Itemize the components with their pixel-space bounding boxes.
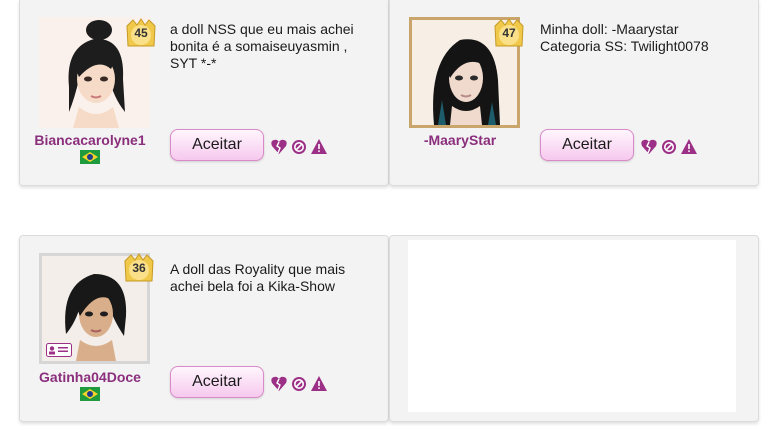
broken-heart-icon[interactable] — [270, 138, 288, 156]
friend-request-card: 47 -MaaryStar Minha doll: -Maarystar Cat… — [389, 0, 759, 186]
username-link[interactable]: -MaaryStar — [390, 132, 530, 148]
brazil-flag-icon — [80, 150, 100, 164]
request-message: a doll NSS que eu mais achei bonita é a … — [170, 21, 354, 71]
level-number: 47 — [502, 26, 516, 40]
empty-request-card — [389, 235, 759, 422]
friend-request-card: 36 Gatinha04Doce A doll das Royality que… — [19, 235, 389, 422]
username-link[interactable]: Biancacarolyne1 — [20, 132, 160, 148]
username-link[interactable]: Gatinha04Doce — [20, 369, 160, 385]
level-number: 45 — [134, 26, 148, 40]
block-icon[interactable] — [290, 375, 308, 393]
block-icon[interactable] — [660, 138, 678, 156]
warning-icon[interactable] — [310, 375, 328, 393]
accept-button[interactable]: Aceitar — [170, 129, 264, 161]
action-icons — [270, 138, 328, 156]
action-icons — [640, 138, 698, 156]
request-message: A doll das Royality que mais achei bela … — [170, 261, 346, 294]
empty-panel — [408, 240, 736, 412]
warning-icon[interactable] — [680, 138, 698, 156]
action-icons — [270, 375, 328, 393]
broken-heart-icon[interactable] — [270, 375, 288, 393]
warning-icon[interactable] — [310, 138, 328, 156]
block-icon[interactable] — [290, 138, 308, 156]
level-badge: 36 — [122, 251, 156, 285]
friend-request-card: 45 Biancacarolyne1 a doll NSS que eu mai… — [19, 0, 389, 186]
accept-button[interactable]: Aceitar — [540, 129, 634, 161]
request-message: Minha doll: -Maarystar Categoria SS: Twi… — [540, 21, 709, 54]
level-badge: 47 — [492, 16, 526, 50]
broken-heart-icon[interactable] — [640, 138, 658, 156]
accept-button[interactable]: Aceitar — [170, 366, 264, 398]
id-card-icon[interactable] — [46, 343, 72, 357]
brazil-flag-icon — [80, 387, 100, 401]
level-number: 36 — [132, 261, 146, 275]
level-badge: 45 — [124, 16, 158, 50]
